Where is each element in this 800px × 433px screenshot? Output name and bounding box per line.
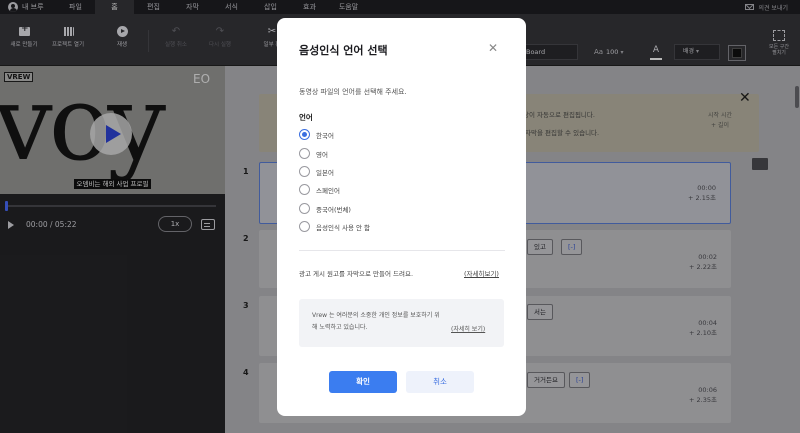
ad-text: 광고 게시 원고를 자막으로 만들어 드려요. (299, 270, 414, 278)
language-option-korean[interactable]: 한국어 (299, 129, 334, 140)
radio-icon[interactable] (299, 166, 310, 177)
language-option-japanese[interactable]: 일본어 (299, 166, 334, 177)
ad-details-link[interactable]: (자세히보기) (464, 268, 499, 278)
option-label: 음성인식 사용 안 함 (316, 223, 371, 232)
close-icon[interactable]: ✕ (488, 41, 498, 55)
option-label: 일본어 (316, 168, 334, 177)
cancel-button[interactable]: 취소 (406, 371, 474, 393)
confirm-button[interactable]: 확인 (329, 371, 397, 393)
option-label: 스페인어 (316, 186, 340, 195)
radio-icon[interactable] (299, 221, 310, 232)
option-label: 영어 (316, 150, 328, 159)
radio-icon[interactable] (299, 148, 310, 159)
language-option-spanish[interactable]: 스페인어 (299, 184, 340, 195)
option-label: 중국어(번체) (316, 205, 351, 214)
language-select-dialog: 음성인식 언어 선택 ✕ 동영상 파일의 언어를 선택해 주세요. 언어 한국어… (277, 18, 526, 416)
language-option-none[interactable]: 음성인식 사용 안 함 (299, 221, 370, 232)
dialog-title: 음성인식 언어 선택 (299, 44, 388, 57)
language-option-english[interactable]: 영어 (299, 148, 328, 159)
privacy-details-link[interactable]: (자세히 보기) (451, 324, 485, 333)
radio-checked-icon[interactable] (299, 129, 310, 140)
language-label: 언어 (299, 113, 313, 122)
option-label: 한국어 (316, 131, 334, 140)
dialog-divider (299, 250, 505, 251)
privacy-text: Vrew 는 여러분의 소중한 개인 정보를 보호하기 위해 노력하고 있습니다… (312, 312, 440, 331)
radio-icon[interactable] (299, 184, 310, 195)
language-option-chinese-traditional[interactable]: 중국어(번체) (299, 203, 351, 214)
privacy-notice: Vrew 는 여러분의 소중한 개인 정보를 보호하기 위해 노력하고 있습니다… (299, 299, 504, 347)
dialog-description: 동영상 파일의 언어를 선택해 주세요. (299, 88, 407, 96)
radio-icon[interactable] (299, 203, 310, 214)
